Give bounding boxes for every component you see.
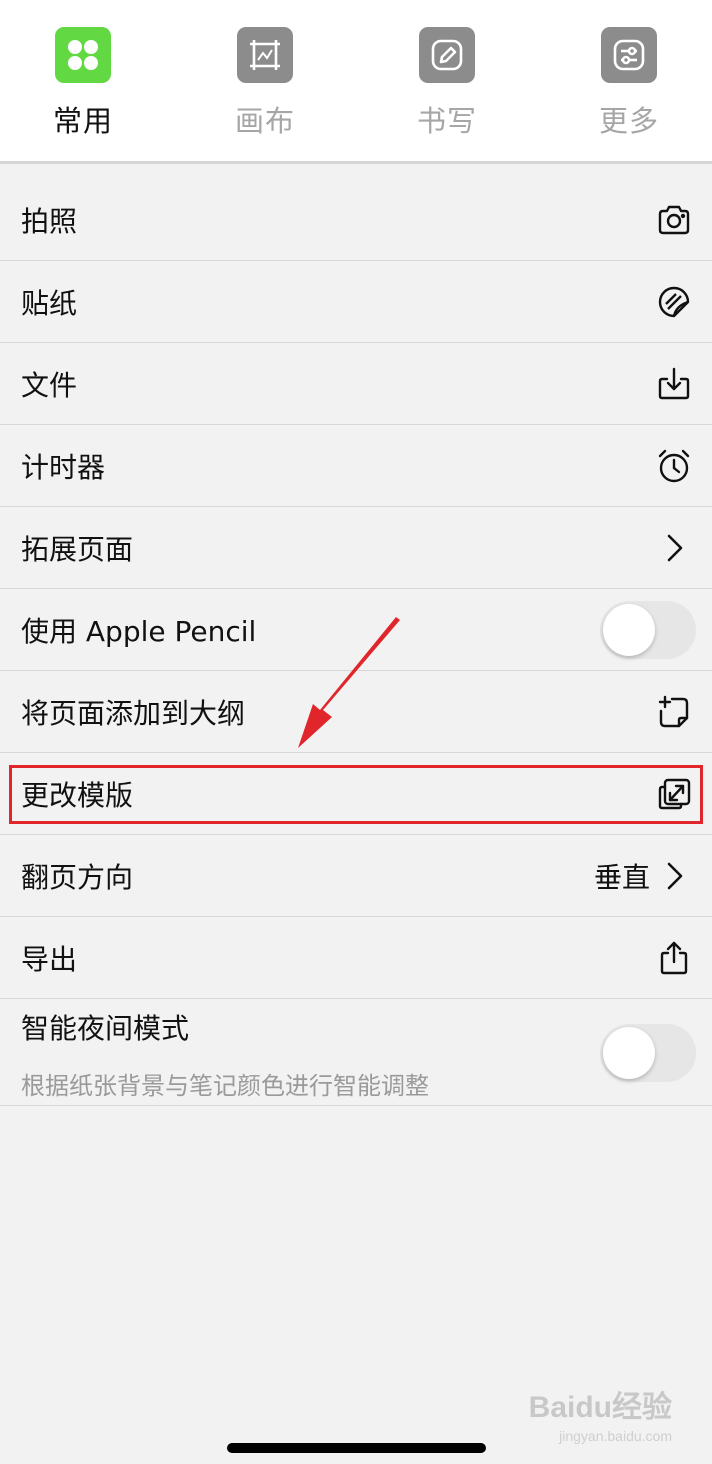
menu-item-label: 拍照: [21, 205, 78, 238]
tab-more[interactable]: 更多: [559, 27, 699, 147]
apple-pencil-toggle[interactable]: [600, 601, 696, 659]
watermark-url: jingyan.baidu.com: [559, 1428, 672, 1444]
page-direction-value: 垂直: [593, 861, 650, 894]
menu-item-export[interactable]: 导出: [0, 918, 712, 999]
menu-item-page-direction[interactable]: 翻页方向 垂直: [0, 836, 712, 917]
alarm-clock-icon: [656, 448, 692, 484]
night-mode-toggle[interactable]: [600, 1023, 696, 1082]
download-tray-icon: [656, 366, 692, 402]
chevron-right-icon: [656, 530, 692, 566]
pencil-icon: [419, 27, 475, 83]
menu-item-photo[interactable]: 拍照: [0, 180, 712, 261]
menu-item-label: 文件: [21, 369, 78, 402]
menu-item-sticker[interactable]: 贴纸: [0, 262, 712, 343]
camera-icon: [656, 202, 692, 238]
menu-item-label: 贴纸: [21, 287, 78, 320]
menu-item-timer[interactable]: 计时器: [0, 426, 712, 507]
highlight-box: [9, 765, 703, 824]
menu-item-sublabel: 根据纸张背景与笔记颜色进行智能调整: [21, 1072, 429, 1100]
tab-label: 书写: [416, 104, 477, 138]
tab-canvas[interactable]: 画布: [195, 27, 335, 147]
menu-item-file[interactable]: 文件: [0, 344, 712, 425]
toggle-knob: [603, 604, 655, 656]
home-indicator[interactable]: [227, 1443, 486, 1453]
tab-label: 常用: [52, 104, 113, 138]
sliders-icon: [601, 27, 657, 83]
menu-item-night-mode: 智能夜间模式 根据纸张背景与笔记颜色进行智能调整: [0, 1000, 712, 1106]
toggle-knob: [603, 1026, 655, 1079]
grid-icon: [55, 27, 111, 83]
share-icon: [656, 940, 692, 976]
menu-item-label: 翻页方向: [21, 861, 134, 894]
menu-item-extend-page[interactable]: 拓展页面: [0, 508, 712, 589]
menu-item-label: 拓展页面: [21, 533, 134, 566]
menu-item-label: 使用 Apple Pencil: [21, 615, 257, 648]
sticker-icon: [656, 284, 692, 320]
tab-writing[interactable]: 书写: [377, 27, 517, 147]
tab-common[interactable]: 常用: [13, 27, 153, 147]
menu-item-label: 导出: [21, 943, 78, 976]
watermark-brand: Baidu经验: [528, 1391, 672, 1424]
menu-item-label: 计时器: [21, 451, 106, 484]
chevron-right-icon: [656, 858, 692, 894]
tab-label: 画布: [234, 104, 295, 138]
annotation-arrow-icon: [298, 617, 400, 748]
menu-item-label: 将页面添加到大纲: [21, 697, 246, 730]
menu-item-label: 智能夜间模式: [21, 1012, 190, 1045]
add-outline-icon: [656, 694, 692, 730]
tab-bar: 常用 画布 书写 更多: [0, 0, 712, 164]
canvas-frame-icon: [237, 27, 293, 83]
tab-label: 更多: [598, 104, 659, 138]
